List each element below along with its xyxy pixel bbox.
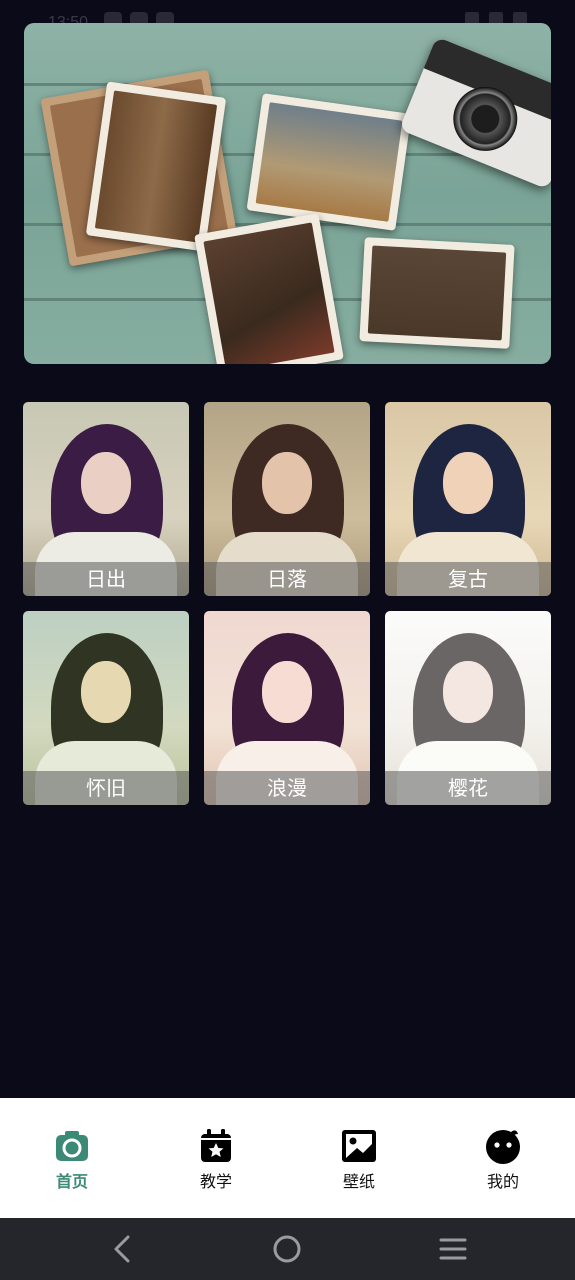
- filter-label: 日出: [23, 562, 189, 596]
- filter-label: 复古: [385, 562, 551, 596]
- back-icon[interactable]: [102, 1234, 142, 1264]
- filter-grid: 日出 日落 复古 怀旧 浪漫 樱花: [23, 402, 552, 805]
- filter-label: 日落: [204, 562, 370, 596]
- tab-profile[interactable]: 我的: [463, 1128, 543, 1192]
- filter-card-sakura[interactable]: 樱花: [385, 611, 551, 805]
- hero-photo-wood: [85, 81, 227, 252]
- camera-icon: [54, 1128, 90, 1164]
- bottom-tab-bar: 首页 教学 壁纸 我的: [0, 1098, 575, 1218]
- filter-card-nostalgia[interactable]: 怀旧: [23, 611, 189, 805]
- tab-home[interactable]: 首页: [32, 1128, 112, 1192]
- filter-label: 浪漫: [204, 771, 370, 805]
- filter-label: 怀旧: [23, 771, 189, 805]
- camera-image: [399, 36, 551, 190]
- tab-label: 壁纸: [342, 1172, 375, 1191]
- tab-label: 我的: [486, 1172, 519, 1191]
- filter-card-sunset[interactable]: 日落: [204, 402, 370, 596]
- calendar-star-icon: [198, 1128, 234, 1164]
- home-icon[interactable]: [267, 1234, 307, 1264]
- filter-label: 樱花: [385, 771, 551, 805]
- menu-icon[interactable]: [433, 1234, 473, 1264]
- tab-wallpaper[interactable]: 壁纸: [319, 1128, 399, 1192]
- tab-tutorial[interactable]: 教学: [176, 1128, 256, 1192]
- hero-photo-leaves: [194, 213, 344, 364]
- hero-photo-hands: [359, 237, 515, 349]
- system-navigation-bar: [0, 1218, 575, 1280]
- filter-card-retro[interactable]: 复古: [385, 402, 551, 596]
- image-icon: [341, 1128, 377, 1164]
- tab-label: 教学: [199, 1172, 232, 1191]
- face-icon: [485, 1128, 521, 1164]
- filter-card-romance[interactable]: 浪漫: [204, 611, 370, 805]
- filter-card-sunrise[interactable]: 日出: [23, 402, 189, 596]
- hero-photo-cup: [246, 93, 412, 231]
- hero-banner[interactable]: [24, 23, 551, 364]
- tab-label: 首页: [55, 1172, 88, 1191]
